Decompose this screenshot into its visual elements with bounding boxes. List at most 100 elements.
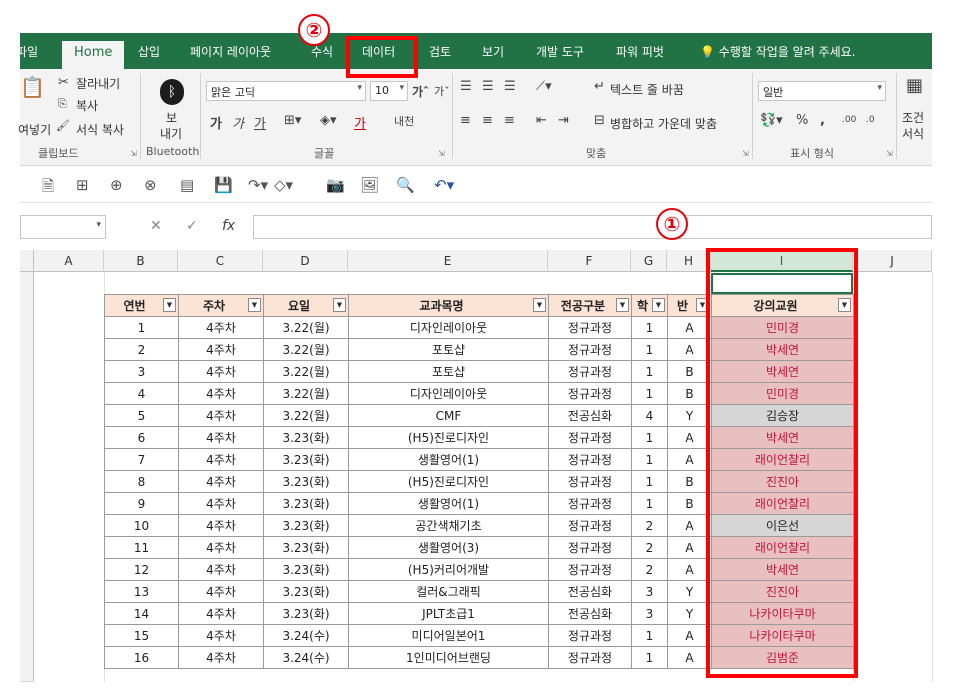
underline-button[interactable]: 가 bbox=[254, 113, 266, 132]
table-cell[interactable]: 4주차 bbox=[178, 404, 264, 427]
table-cell[interactable]: 15 bbox=[104, 624, 179, 647]
tab-developer[interactable]: 개발 도구 bbox=[536, 43, 584, 60]
align-bottom-icon[interactable]: ☰ bbox=[504, 79, 516, 94]
cut-button[interactable]: 잘라내기 bbox=[76, 75, 120, 92]
table-cell[interactable]: 정규과정 bbox=[548, 514, 632, 537]
align-left-icon[interactable]: ≡ bbox=[460, 113, 471, 128]
table-cell[interactable]: 2 bbox=[631, 558, 668, 581]
number-format-combo[interactable]: 일반 ▾ bbox=[758, 81, 886, 101]
table-cell[interactable]: 3.24(수) bbox=[263, 646, 349, 669]
filter-dropdown-icon[interactable]: ▼ bbox=[616, 298, 629, 312]
number-launcher-icon[interactable]: ⇲ bbox=[886, 149, 893, 158]
cancel-icon[interactable]: ✕ bbox=[150, 218, 162, 234]
table-cell[interactable]: 정규과정 bbox=[548, 646, 632, 669]
table-cell[interactable]: 4주차 bbox=[178, 338, 264, 361]
table-cell[interactable]: 3.23(화) bbox=[263, 470, 349, 493]
column-header-e[interactable]: E bbox=[348, 250, 548, 272]
table-cell[interactable]: 3 bbox=[631, 580, 668, 603]
tell-me-box[interactable]: 💡 수행할 작업을 알려 주세요. bbox=[700, 43, 855, 60]
table-cell[interactable]: 11 bbox=[104, 536, 179, 559]
tab-power-pivot[interactable]: 파워 피벗 bbox=[616, 43, 664, 60]
confirm-icon[interactable]: ✓ bbox=[186, 218, 198, 234]
currency-icon[interactable]: 💱▾ bbox=[760, 113, 783, 128]
table-cell[interactable]: 8 bbox=[104, 470, 179, 493]
table-cell[interactable]: 4주차 bbox=[178, 646, 264, 669]
copy-icon[interactable]: ⎘ bbox=[58, 97, 67, 111]
table-cell[interactable]: 4주차 bbox=[178, 558, 264, 581]
table-cell[interactable]: 4 bbox=[104, 382, 179, 405]
clipboard-launcher-icon[interactable]: ⇲ bbox=[130, 149, 137, 158]
table-cell[interactable]: B bbox=[667, 360, 712, 383]
tab-review[interactable]: 검토 bbox=[429, 43, 451, 60]
fill-color-icon[interactable]: ◈▾ bbox=[320, 113, 337, 128]
table-cell[interactable]: 디자인레이아웃 bbox=[348, 316, 549, 339]
table-cell[interactable]: 생활영어(3) bbox=[348, 536, 549, 559]
table-cell[interactable]: 1 bbox=[631, 646, 668, 669]
table-cell[interactable]: 2 bbox=[631, 514, 668, 537]
table-cell[interactable]: 생활영어(1) bbox=[348, 448, 549, 471]
save-icon[interactable]: 💾 bbox=[214, 176, 233, 194]
shapes-icon[interactable]: ◇▾ bbox=[274, 176, 293, 194]
align-center-icon[interactable]: ≡ bbox=[482, 113, 493, 128]
filter-dropdown-icon[interactable]: ▼ bbox=[533, 298, 546, 312]
paste-icon[interactable]: 📋 bbox=[20, 75, 45, 99]
table-cell[interactable]: 4주차 bbox=[178, 536, 264, 559]
table-cell[interactable]: 1 bbox=[104, 316, 179, 339]
font-color-button[interactable]: 가 bbox=[354, 113, 366, 132]
delete-rows-icon[interactable]: ⊗ bbox=[144, 176, 157, 194]
insert-rows-icon[interactable]: ⊕ bbox=[110, 176, 123, 194]
comma-button[interactable]: , bbox=[820, 113, 825, 128]
table-cell[interactable]: Y bbox=[667, 580, 712, 603]
table-cell[interactable]: A bbox=[667, 426, 712, 449]
table-cell[interactable]: A bbox=[667, 338, 712, 361]
table-cell[interactable]: 1 bbox=[631, 448, 668, 471]
table-cell[interactable]: 정규과정 bbox=[548, 492, 632, 515]
filter-dropdown-icon[interactable]: ▼ bbox=[652, 298, 665, 312]
column-header-b[interactable]: B bbox=[104, 250, 178, 272]
wrap-text-button[interactable]: 텍스트 줄 바꿈 bbox=[610, 81, 684, 98]
column-header-c[interactable]: C bbox=[178, 250, 263, 272]
align-right-icon[interactable]: ≡ bbox=[504, 113, 515, 128]
table-cell[interactable]: CMF bbox=[348, 404, 549, 427]
filter-dropdown-icon[interactable]: ▼ bbox=[248, 298, 261, 312]
table-cell[interactable]: A bbox=[667, 558, 712, 581]
table-cell[interactable]: 전공심화 bbox=[548, 602, 632, 625]
redo-icon[interactable]: ↷▾ bbox=[248, 176, 268, 194]
table-cell[interactable]: 3.23(화) bbox=[263, 580, 349, 603]
grow-font-icon[interactable]: 가ˆ bbox=[412, 83, 429, 100]
font-launcher-icon[interactable]: ⇲ bbox=[438, 149, 445, 158]
align-middle-icon[interactable]: ☰ bbox=[482, 79, 494, 94]
table-cell[interactable]: 3.23(화) bbox=[263, 448, 349, 471]
table-cell[interactable]: 4주차 bbox=[178, 360, 264, 383]
table-cell[interactable]: 3.22(월) bbox=[263, 382, 349, 405]
table-cell[interactable]: 4주차 bbox=[178, 580, 264, 603]
percent-button[interactable]: % bbox=[796, 113, 808, 128]
table-cell[interactable]: 3.22(월) bbox=[263, 338, 349, 361]
conditional-format-icon[interactable]: ▦ bbox=[906, 75, 923, 96]
table-cell[interactable]: 1인미디어브랜딩 bbox=[348, 646, 549, 669]
table-cell[interactable]: JPLT초급1 bbox=[348, 602, 549, 625]
table-cell[interactable]: 정규과정 bbox=[548, 382, 632, 405]
font-size-combo[interactable]: 10 ▾ bbox=[370, 81, 408, 101]
camera-icon[interactable]: 📷 bbox=[326, 176, 345, 194]
tab-insert[interactable]: 삽입 bbox=[138, 43, 160, 60]
table-cell[interactable]: 4주차 bbox=[178, 470, 264, 493]
table-cell[interactable]: 14 bbox=[104, 602, 179, 625]
table-cell[interactable]: 정규과정 bbox=[548, 426, 632, 449]
table-cell[interactable]: (H5)커리어개발 bbox=[348, 558, 549, 581]
table-cell[interactable]: 3.23(화) bbox=[263, 426, 349, 449]
column-header-j[interactable]: J bbox=[853, 250, 932, 272]
table-cell[interactable]: 3.22(월) bbox=[263, 316, 349, 339]
table-cell[interactable]: 1 bbox=[631, 624, 668, 647]
conditional-format-label-1[interactable]: 조건 bbox=[902, 109, 924, 126]
align-top-icon[interactable]: ☰ bbox=[460, 79, 472, 94]
paste-label[interactable]: 여넣기 bbox=[18, 121, 51, 138]
increase-decimal-button[interactable]: .00 bbox=[842, 115, 856, 125]
tab-page-layout[interactable]: 페이지 레이아웃 bbox=[190, 43, 271, 60]
table-cell[interactable]: 1 bbox=[631, 492, 668, 515]
shrink-font-icon[interactable]: 가ˇ bbox=[434, 83, 450, 99]
increase-indent-icon[interactable]: ⇥ bbox=[558, 113, 569, 128]
table-cell[interactable]: A bbox=[667, 624, 712, 647]
table-cell[interactable]: 4주차 bbox=[178, 316, 264, 339]
copy-button[interactable]: 복사 bbox=[76, 97, 98, 114]
